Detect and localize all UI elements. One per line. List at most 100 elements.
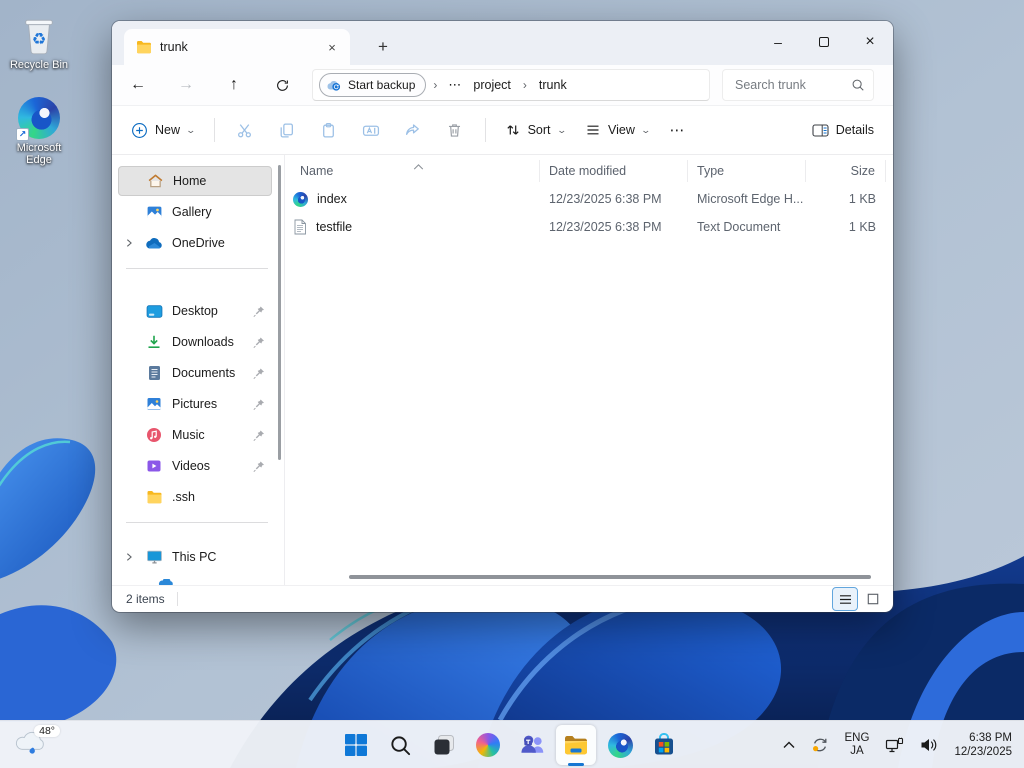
- details-view-toggle[interactable]: [832, 587, 858, 611]
- sidebar-item-home[interactable]: Home: [118, 166, 272, 196]
- column-header-name[interactable]: Name: [285, 160, 540, 182]
- sidebar-item-label: Desktop: [172, 304, 218, 318]
- sort-button[interactable]: Sort ⌄: [496, 112, 574, 148]
- address-row: ← → ↑ Start backup › ⋯ project › trunk S…: [112, 65, 893, 105]
- details-button[interactable]: Details: [803, 112, 883, 148]
- tray-date: 12/23/2025: [954, 746, 1012, 758]
- up-button[interactable]: ↑: [216, 68, 252, 102]
- taskbar-search-button[interactable]: [380, 725, 420, 765]
- tab-strip: trunk × + – ×: [112, 21, 893, 65]
- store-icon: [655, 733, 673, 755]
- edge-button[interactable]: [600, 725, 640, 765]
- chevron-down-icon: ⌄: [185, 124, 197, 135]
- new-button[interactable]: New ⌄: [122, 112, 204, 148]
- start-backup-button[interactable]: Start backup: [319, 73, 427, 97]
- search-icon: [852, 79, 864, 91]
- sidebar-item-desktop[interactable]: Desktop: [118, 296, 272, 326]
- microsoft-store-button[interactable]: [644, 725, 684, 765]
- copilot-button[interactable]: [468, 725, 508, 765]
- forward-button[interactable]: →: [168, 68, 204, 102]
- language-indicator[interactable]: ENG JA: [838, 725, 877, 765]
- sidebar-item-documents[interactable]: Documents: [118, 358, 272, 388]
- language-line2: JA: [850, 745, 864, 757]
- window-body: Home Gallery OneDrive Desktop Downloads …: [112, 155, 893, 585]
- refresh-button[interactable]: [264, 68, 300, 102]
- paste-icon: [323, 122, 334, 138]
- column-header-type[interactable]: Type: [688, 160, 806, 182]
- file-name: testfile: [316, 220, 353, 234]
- minimize-button[interactable]: –: [755, 21, 801, 63]
- file-row-testfile[interactable]: testfile 12/23/2025 6:38 PM Text Documen…: [285, 213, 893, 241]
- horizontal-scrollbar[interactable]: [349, 575, 871, 579]
- sidebar-item-music[interactable]: Music: [118, 420, 272, 450]
- network-button[interactable]: [878, 725, 911, 765]
- copy-button[interactable]: [267, 112, 307, 148]
- desktop-folder-icon: [145, 302, 163, 320]
- address-bar[interactable]: Start backup › ⋯ project › trunk: [312, 69, 710, 101]
- cut-button[interactable]: [225, 112, 265, 148]
- file-name: index: [317, 192, 347, 206]
- file-list-pane: Name Date modified Type Size index 12/23…: [284, 155, 893, 585]
- desktop-icon-label: Microsoft Edge: [16, 142, 62, 166]
- sync-status-button[interactable]: [804, 725, 836, 765]
- sidebar-item-this-pc[interactable]: This PC: [118, 542, 272, 572]
- see-more-button[interactable]: ⋯: [660, 112, 694, 148]
- clock[interactable]: 6:38 PM 12/23/2025: [947, 725, 1020, 765]
- file-row-index[interactable]: index 12/23/2025 6:38 PM Microsoft Edge …: [285, 185, 893, 213]
- file-type: Text Document: [697, 220, 781, 234]
- sidebar-item-label: This PC: [172, 550, 217, 564]
- column-header-size[interactable]: Size: [806, 160, 886, 182]
- breadcrumb-overflow-button[interactable]: ⋯: [444, 77, 466, 93]
- search-box[interactable]: Search trunk: [722, 69, 874, 101]
- maximize-button[interactable]: [801, 21, 847, 63]
- breadcrumb-trunk[interactable]: trunk: [534, 76, 572, 94]
- large-icons-view-toggle[interactable]: [861, 588, 885, 610]
- desktop-icon-area: ♻ Recycle Bin ↗ Microsoft Edge: [6, 14, 72, 166]
- sidebar-item-gallery[interactable]: Gallery: [118, 197, 272, 227]
- sort-label: Sort: [527, 123, 551, 137]
- volume-button[interactable]: [913, 725, 945, 765]
- rename-icon: [362, 125, 379, 136]
- window-controls: – ×: [755, 21, 893, 63]
- navigation-pane: Home Gallery OneDrive Desktop Downloads …: [112, 155, 284, 585]
- column-header-date-modified[interactable]: Date modified: [540, 160, 688, 182]
- sidebar-item-onedrive[interactable]: OneDrive: [118, 228, 272, 258]
- column-headers: Name Date modified Type Size: [285, 157, 893, 185]
- new-tab-button[interactable]: +: [368, 33, 398, 61]
- sidebar-item-downloads[interactable]: Downloads: [118, 327, 272, 357]
- music-icon: [145, 426, 163, 444]
- close-button[interactable]: ×: [847, 21, 893, 63]
- sort-icon: [506, 125, 519, 135]
- back-button[interactable]: ←: [120, 68, 156, 102]
- search-placeholder: Search trunk: [735, 78, 806, 92]
- tab-close-icon[interactable]: ×: [322, 37, 342, 57]
- rename-button[interactable]: [351, 112, 391, 148]
- expand-chevron-icon[interactable]: [122, 550, 136, 564]
- task-view-button[interactable]: [424, 725, 464, 765]
- sidebar-item-ssh[interactable]: .ssh: [118, 482, 272, 512]
- share-button[interactable]: [393, 112, 433, 148]
- recycle-bin-icon: ♻: [25, 19, 53, 55]
- pin-icon: [253, 367, 265, 379]
- weather-widget[interactable]: 48°: [8, 721, 64, 768]
- sidebar-scrollbar[interactable]: [278, 165, 281, 460]
- file-explorer-button[interactable]: [556, 725, 596, 766]
- sidebar-item-pictures[interactable]: Pictures: [118, 389, 272, 419]
- teams-icon: [520, 735, 543, 753]
- delete-button[interactable]: [435, 112, 475, 148]
- teams-button[interactable]: [512, 725, 552, 765]
- view-button[interactable]: View ⌄: [576, 112, 658, 148]
- hidden-icons-button[interactable]: [776, 725, 802, 765]
- expand-chevron-icon[interactable]: [122, 236, 136, 250]
- pin-icon: [253, 429, 265, 441]
- sidebar-item-videos[interactable]: Videos: [118, 451, 272, 481]
- file-size: 1 KB: [848, 220, 876, 234]
- desktop-icon-edge[interactable]: ↗ Microsoft Edge: [6, 97, 72, 166]
- home-icon: [146, 172, 164, 190]
- paste-button[interactable]: [309, 112, 349, 148]
- start-button[interactable]: [336, 725, 376, 765]
- breadcrumb-project[interactable]: project: [468, 76, 516, 94]
- desktop-icon-recycle-bin[interactable]: ♻ Recycle Bin: [6, 14, 72, 71]
- language-line1: ENG: [844, 732, 870, 744]
- tab-trunk[interactable]: trunk ×: [124, 29, 350, 65]
